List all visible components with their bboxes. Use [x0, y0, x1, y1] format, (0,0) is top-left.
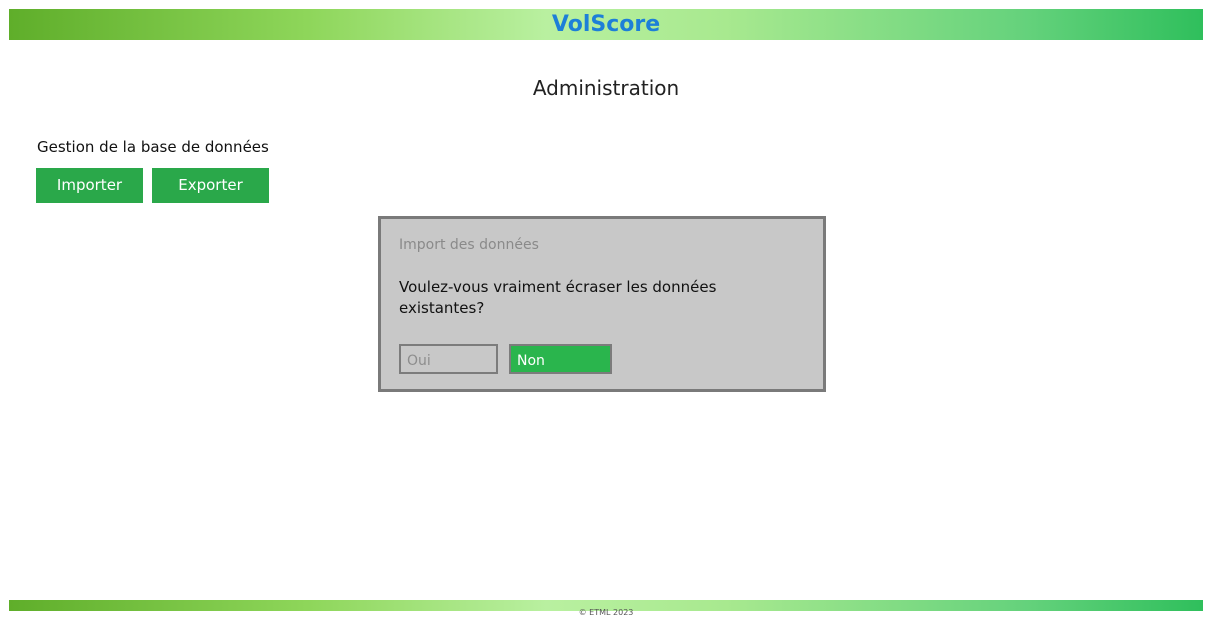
confirm-no-button[interactable]: Non [509, 344, 612, 374]
dialog-message: Voulez-vous vraiment écraser les données… [399, 278, 717, 317]
dialog-title: Import des données [399, 237, 539, 253]
app-footer: © ETML 2023 [9, 600, 1203, 617]
import-button[interactable]: Importer [36, 168, 143, 203]
database-section-label: Gestion de la base de données [37, 138, 269, 156]
export-button[interactable]: Exporter [152, 168, 269, 203]
import-confirm-dialog: Import des données Voulez-vous vraiment … [378, 216, 826, 392]
app-title: VolScore [551, 12, 661, 37]
page-title: Administration [532, 76, 680, 100]
app-header: VolScore [9, 9, 1203, 40]
confirm-yes-button[interactable]: Oui [399, 344, 498, 374]
copyright-text: © ETML 2023 [578, 608, 634, 617]
